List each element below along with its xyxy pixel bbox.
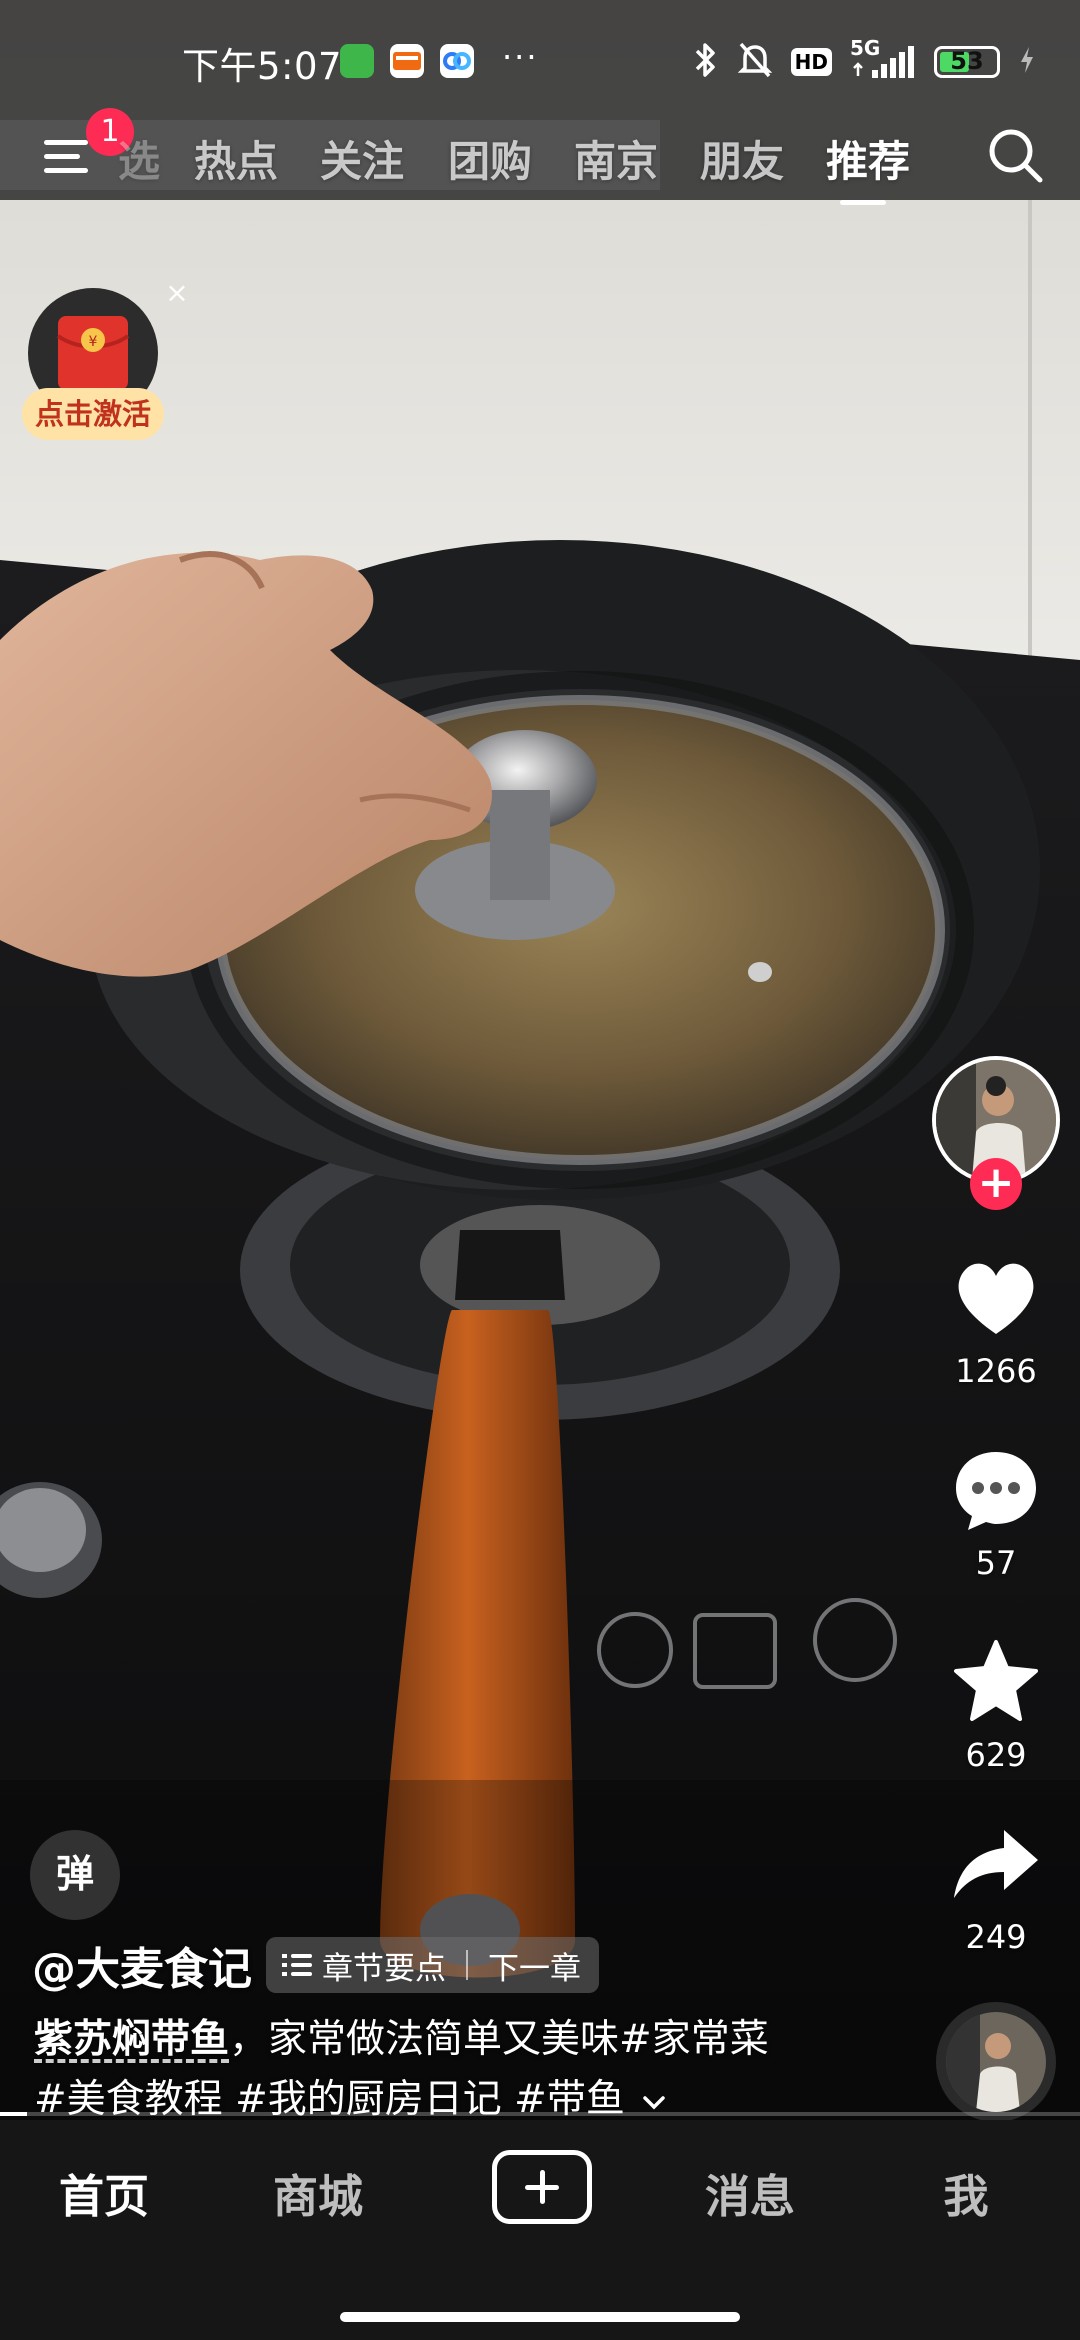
comment-count: 57: [975, 1544, 1017, 1582]
video-title[interactable]: 紫苏焖带鱼: [34, 2017, 229, 2062]
favorite-button[interactable]: 629: [930, 1634, 1062, 1774]
video-progress-bar[interactable]: [0, 2112, 1080, 2116]
charging-icon: [1018, 45, 1036, 79]
58-app-icon: [390, 44, 424, 78]
menu-line: [44, 168, 88, 173]
next-chapter-button[interactable]: 下一章: [488, 1943, 581, 1988]
battery-level: 53: [950, 47, 984, 75]
tab-group-buy[interactable]: 团购: [448, 128, 532, 189]
battery-icon: 53: [934, 46, 1000, 78]
danmaku-button[interactable]: 弹: [30, 1830, 120, 1920]
search-icon: [989, 129, 1043, 183]
share-arrow-icon: [954, 1830, 1038, 1898]
hd-icon: HD: [790, 48, 832, 76]
plus-icon: [540, 2170, 545, 2204]
app-notification-icon: [340, 44, 374, 78]
share-button[interactable]: 249: [930, 1816, 1062, 1956]
star-icon: [954, 1640, 1038, 1721]
tab-following[interactable]: 关注: [320, 128, 404, 189]
status-bar: 下午5:07 ··· HD 5G 53: [0, 0, 1080, 120]
svg-text:¥: ¥: [89, 334, 98, 350]
active-tab-indicator: [840, 200, 886, 205]
chapter-list-icon: [282, 1954, 312, 1976]
author-name[interactable]: @大麦食记: [32, 1933, 252, 1997]
chapter-separator: [466, 1950, 468, 1980]
comment-button[interactable]: 57: [930, 1442, 1062, 1582]
menu-line: [44, 154, 80, 159]
tab-home[interactable]: 首页: [4, 2160, 204, 2225]
create-post-button[interactable]: [492, 2150, 592, 2224]
status-right: HD 5G 53: [693, 36, 1036, 86]
tab-friends[interactable]: 朋友: [700, 128, 784, 189]
action-column: + 1266 57 629 249: [930, 1050, 1062, 2130]
chapter-points-button[interactable]: 章节要点: [322, 1943, 446, 1988]
close-icon[interactable]: ×: [162, 278, 192, 308]
red-packet-label[interactable]: 点击激活: [22, 388, 164, 440]
chapter-controls: 章节要点 下一章: [266, 1937, 599, 1993]
music-disc[interactable]: [936, 2002, 1056, 2122]
comment-icon: [956, 1452, 1036, 1530]
more-notifications-indicator: ···: [502, 38, 539, 76]
tab-recommend[interactable]: 推荐: [826, 128, 910, 189]
tab-mall[interactable]: 商城: [218, 2160, 418, 2225]
like-count: 1266: [955, 1352, 1037, 1390]
tab-messages[interactable]: 消息: [650, 2160, 850, 2225]
video-progress-fill: [0, 2112, 27, 2116]
menu-line: [44, 140, 88, 145]
status-time: 下午5:07: [182, 45, 343, 88]
bluetooth-icon: [693, 40, 719, 84]
description-text: ，家常做法简单又美味#家常菜: [229, 2017, 769, 2062]
search-button[interactable]: [984, 124, 1048, 188]
mute-icon: [737, 40, 773, 84]
follow-button[interactable]: +: [970, 1158, 1022, 1210]
baidu-netdisk-icon: [440, 44, 474, 78]
home-indicator[interactable]: [340, 2312, 740, 2322]
bottom-tab-bar: 首页 商城 消息 我: [0, 2120, 1080, 2340]
signal-icon: 5G: [850, 36, 916, 82]
tab-hot[interactable]: 热点: [194, 128, 278, 189]
heart-icon: [958, 1263, 1034, 1334]
favorite-count: 629: [965, 1736, 1027, 1774]
douyin-video-screen: 下午5:07 ··· HD 5G 53 1 选 热点 关注 团购 南京 朋友 推…: [0, 0, 1080, 2340]
tab-partial[interactable]: 选: [118, 128, 160, 189]
like-button[interactable]: 1266: [930, 1250, 1062, 1390]
share-count: 249: [965, 1918, 1027, 1956]
top-nav: 1 选 热点 关注 团购 南京 朋友 推荐: [0, 108, 1080, 205]
tab-me[interactable]: 我: [866, 2160, 1066, 2225]
red-packet-widget[interactable]: ¥ × 点击激活: [22, 278, 189, 450]
tab-nanjing[interactable]: 南京: [574, 128, 658, 189]
author-row: @大麦食记 章节要点 下一章: [32, 1934, 599, 1996]
